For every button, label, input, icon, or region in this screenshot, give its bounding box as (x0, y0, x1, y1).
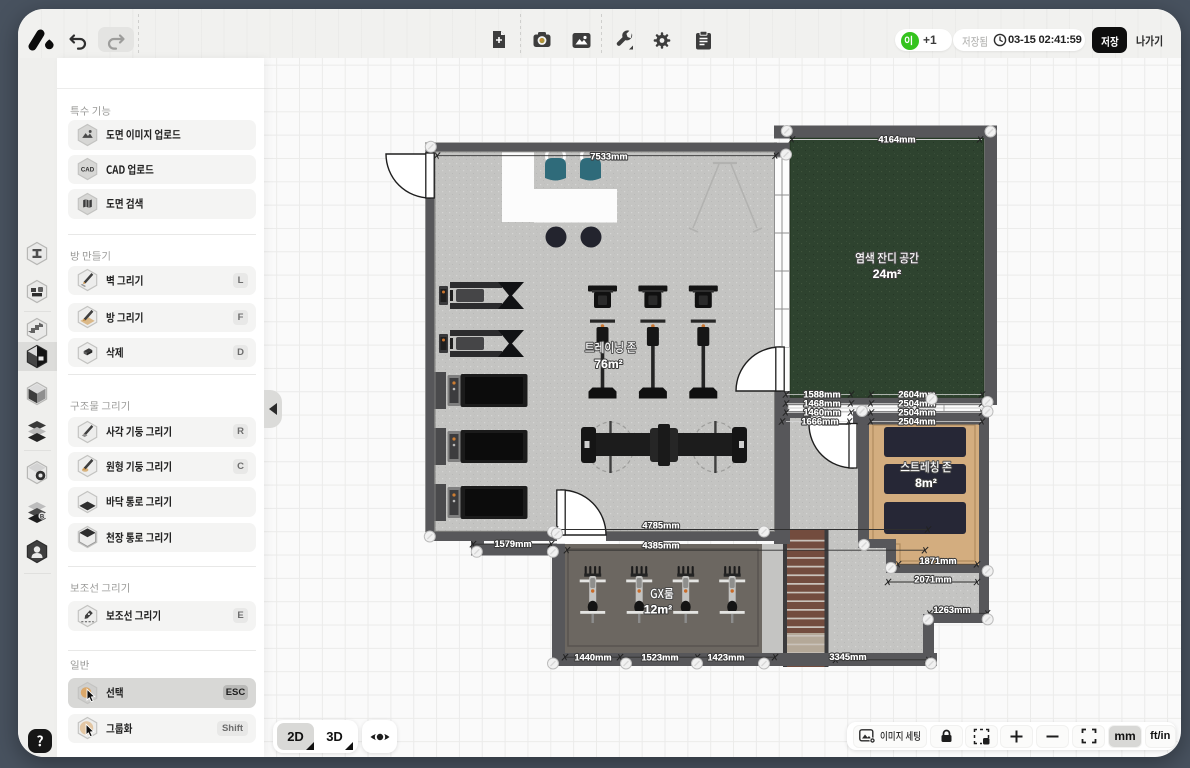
svg-text:B: B (40, 514, 45, 520)
svg-text:1263mm: 1263mm (933, 605, 970, 615)
svg-text:24m²: 24m² (873, 267, 901, 281)
svg-text:1579mm: 1579mm (494, 539, 531, 549)
svg-text:7533mm: 7533mm (590, 151, 627, 161)
svg-text:2071mm: 2071mm (914, 574, 951, 584)
svg-text:1871mm: 1871mm (919, 556, 956, 566)
svg-text:4385mm: 4385mm (642, 540, 679, 550)
svg-text:1666mm: 1666mm (801, 417, 838, 427)
svg-text:2504mm: 2504mm (898, 417, 935, 427)
svg-text:1423mm: 1423mm (707, 652, 744, 662)
svg-text:12m²: 12m² (644, 603, 672, 617)
svg-text:3345mm: 3345mm (829, 652, 866, 662)
svg-text:1440mm: 1440mm (574, 652, 611, 662)
svg-text:4785mm: 4785mm (642, 520, 679, 530)
svg-text:4164mm: 4164mm (878, 135, 915, 145)
svg-text:76m²: 76m² (594, 357, 622, 371)
svg-text:8m²: 8m² (915, 476, 937, 490)
svg-text:1523mm: 1523mm (641, 652, 678, 662)
svg-text:CAD: CAD (81, 167, 95, 174)
